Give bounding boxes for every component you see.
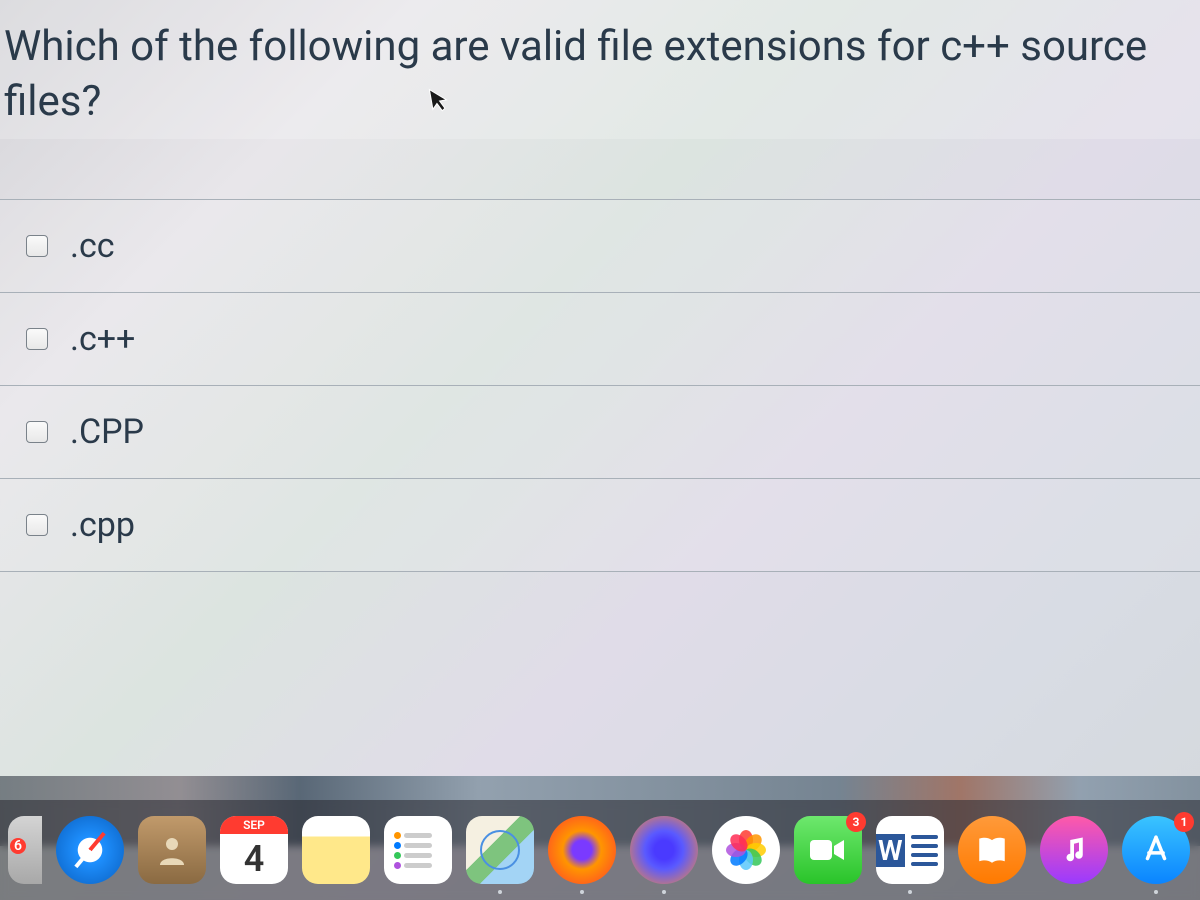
notes-icon[interactable] xyxy=(302,816,370,884)
running-dot xyxy=(1154,890,1158,894)
word-lines xyxy=(905,829,944,872)
option-label: .cpp xyxy=(70,505,135,545)
books-icon[interactable] xyxy=(958,816,1026,884)
badge: 3 xyxy=(846,812,866,832)
note-icon xyxy=(1059,835,1089,865)
maps-icon[interactable] xyxy=(466,816,534,884)
checkbox[interactable] xyxy=(26,421,48,443)
option-row[interactable]: .CPP xyxy=(0,385,1200,478)
appstore-icon[interactable]: 1 xyxy=(1122,816,1190,884)
music-icon[interactable] xyxy=(1040,816,1108,884)
option-label: .c++ xyxy=(70,319,135,359)
running-dot xyxy=(662,890,666,894)
checkbox[interactable] xyxy=(26,328,48,350)
options-list: .cc .c++ .CPP .cpp xyxy=(0,199,1200,572)
firefox-icon[interactable] xyxy=(548,816,616,884)
option-row[interactable]: .cpp xyxy=(0,478,1200,572)
reminders-icon[interactable] xyxy=(384,816,452,884)
appstore-a-icon xyxy=(1139,833,1173,867)
spacer xyxy=(0,572,1200,692)
dock-item-trimmed[interactable]: 6 xyxy=(8,816,42,884)
question-text: Which of the following are valid file ex… xyxy=(0,20,1190,139)
word-icon[interactable]: W xyxy=(876,816,944,884)
person-icon xyxy=(154,832,190,868)
calendar-month: SEP xyxy=(220,816,288,834)
running-dot xyxy=(580,890,584,894)
book-icon xyxy=(975,833,1009,867)
flower-icon xyxy=(724,828,768,872)
reminders-bars xyxy=(404,833,432,868)
badge: 1 xyxy=(1174,812,1194,832)
question-area: Which of the following are valid file ex… xyxy=(0,0,1200,139)
firefox-dev-icon[interactable] xyxy=(630,816,698,884)
video-icon xyxy=(808,836,848,864)
checkbox[interactable] xyxy=(26,235,48,257)
running-dot xyxy=(498,890,502,894)
calendar-icon[interactable]: SEP 4 xyxy=(220,816,288,884)
option-row[interactable]: .cc xyxy=(0,199,1200,292)
option-label: .CPP xyxy=(70,412,144,452)
calendar-day: 4 xyxy=(244,834,265,884)
safari-icon[interactable] xyxy=(56,816,124,884)
option-row[interactable]: .c++ xyxy=(0,292,1200,385)
contacts-icon[interactable] xyxy=(138,816,206,884)
option-label: .cc xyxy=(70,226,115,266)
photos-icon[interactable] xyxy=(712,816,780,884)
checkbox[interactable] xyxy=(26,514,48,536)
word-letter: W xyxy=(876,834,905,867)
running-dot xyxy=(908,890,912,894)
badge-text: 6 xyxy=(10,838,26,854)
dock: 6 SEP 4 3 xyxy=(0,800,1200,900)
facetime-icon[interactable]: 3 xyxy=(794,816,862,884)
